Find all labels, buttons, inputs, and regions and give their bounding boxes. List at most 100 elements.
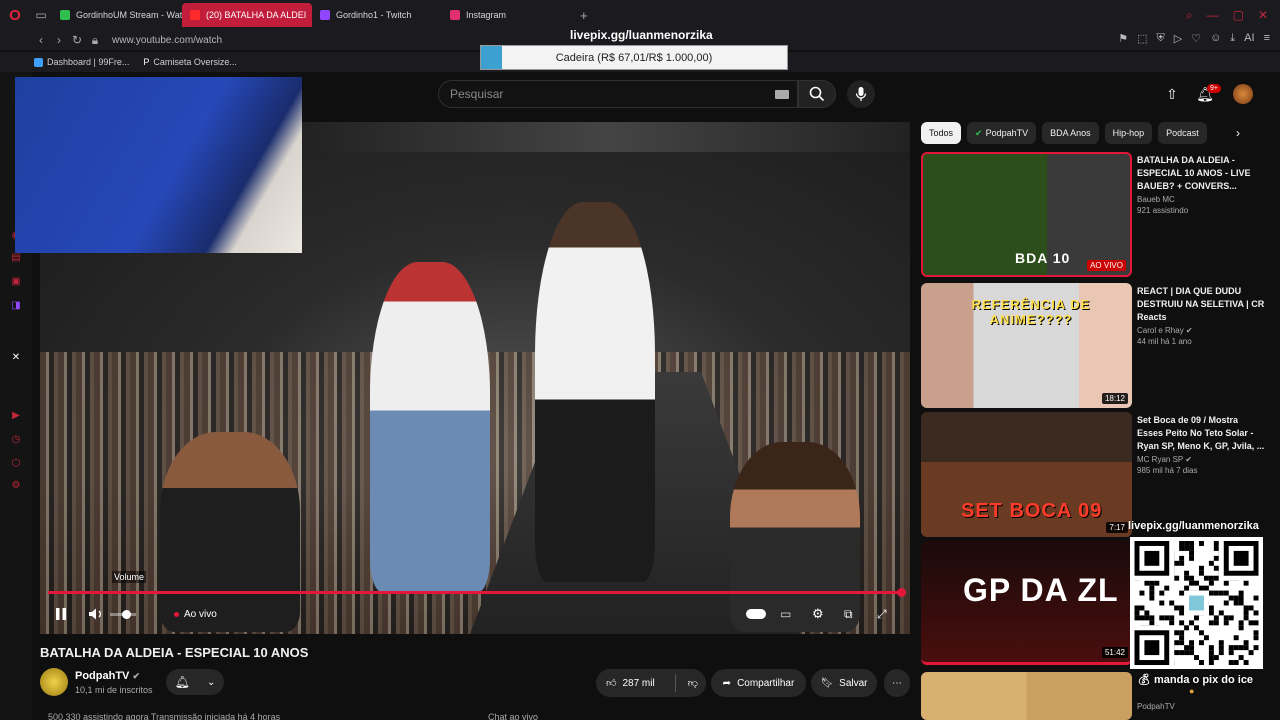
profile-icon[interactable]: ☺ <box>1210 32 1221 45</box>
tab-label: Gordinho1 - Twitch <box>336 10 412 20</box>
tab-favicon-icon <box>60 10 70 20</box>
recommendation-channel[interactable]: Baueb MC <box>1137 195 1265 204</box>
bookmark-dashboard[interactable]: Dashboard | 99Fre... <box>34 57 129 67</box>
more-icon: ⋯ <box>892 677 902 689</box>
chip-bda-anos[interactable]: BDA Anos <box>1042 122 1099 144</box>
viewer-stats: 500.330 assistindo agora Transmissão ini… <box>48 712 281 720</box>
fullscreen-icon[interactable]: ⤢ <box>877 606 887 622</box>
pix-url-overlay: livepix.gg/luanmenorzika <box>570 28 713 42</box>
video-thumbnail[interactable]: REFERÊNCIA DE ANIME???? 18:12 <box>921 283 1132 408</box>
ai-button[interactable]: AI <box>1244 32 1254 45</box>
settings-gear-icon[interactable]: ⚙ <box>812 606 824 622</box>
chevron-right-icon[interactable]: › <box>1236 126 1240 140</box>
tab-grid-icon[interactable]: ▭ <box>30 8 52 22</box>
close-window-icon[interactable]: ✕ <box>1258 8 1268 23</box>
miniplayer-icon[interactable]: ⧉ <box>844 606 853 622</box>
thumbs-down-icon[interactable]: 👎︎ <box>688 677 698 689</box>
verified-icon: ✔ <box>1185 455 1193 464</box>
reload-icon[interactable]: ↻ <box>68 33 86 47</box>
search-tabs-icon[interactable]: ⌕ <box>1186 8 1193 23</box>
recommendation-title[interactable]: Set Boca de 09 / Mostra Esses Peito No T… <box>1137 414 1265 453</box>
more-actions-button[interactable]: ⋯ <box>884 669 910 697</box>
new-tab-button[interactable]: + <box>580 8 588 23</box>
channel-avatar[interactable] <box>40 668 68 696</box>
bookmark-favicon-icon <box>34 57 43 67</box>
pin-icon[interactable]: ⚑ <box>1118 32 1128 45</box>
twitch-favicon-icon <box>320 10 330 20</box>
thumbnail-text: REFERÊNCIA DE ANIME???? <box>971 297 1091 327</box>
streamer-webcam <box>15 77 302 253</box>
recommendation-item[interactable]: BDA 10 AO VIVO BATALHA DA ALDEIA - ESPEC… <box>921 152 1271 277</box>
search-button[interactable] <box>798 80 836 108</box>
video-thumbnail[interactable]: BDA 10 AO VIVO <box>921 152 1132 277</box>
recommendation-title[interactable]: REACT | DIA QUE DUDU DESTRUIU NA SELETIV… <box>1137 285 1265 324</box>
upload-icon[interactable]: ⇧ <box>1162 84 1182 104</box>
tab-gordinho1-twitch[interactable]: Gordinho1 - Twitch <box>312 3 442 27</box>
sidebar-app-icon[interactable]: ▣ <box>10 276 22 288</box>
thumbs-up-icon: 👍︎ <box>606 678 617 689</box>
history-icon[interactable]: ◷ <box>10 434 22 446</box>
user-avatar[interactable] <box>1233 84 1253 104</box>
recommendation-channel[interactable]: MC Ryan SP ✔ <box>1137 455 1265 464</box>
forward-icon[interactable]: › <box>50 33 68 47</box>
coin-icon: ● <box>1189 686 1195 696</box>
channel-name[interactable]: PodpahTV ✔ <box>75 670 140 682</box>
minimize-icon[interactable]: — <box>1207 8 1219 23</box>
video-thumbnail[interactable]: GP DA ZL 51:42 <box>921 540 1132 665</box>
play-icon[interactable]: ▷ <box>1174 32 1182 45</box>
recommendation-title[interactable]: BATALHA DA ALDEIA - ESPECIAL 10 ANOS - L… <box>1137 154 1265 193</box>
share-label: Compartilhar <box>737 677 795 689</box>
save-button[interactable]: 🔖︎ Salvar <box>811 669 877 697</box>
heart-icon[interactable]: ♡ <box>1191 32 1201 45</box>
chip-hiphop[interactable]: Hip-hop <box>1104 122 1153 144</box>
search-input[interactable] <box>439 81 797 107</box>
settings-icon[interactable]: ⚙ <box>10 480 22 492</box>
pause-button[interactable] <box>55 606 67 622</box>
recommendation-item[interactable]: REFERÊNCIA DE ANIME???? 18:12 REACT | DI… <box>921 283 1271 408</box>
voice-search-button[interactable] <box>847 80 875 108</box>
snapshot-icon[interactable]: ⬚ <box>1137 32 1147 45</box>
tab-batalha-da-aldeia[interactable]: (20) BATALHA DA ALDEI <box>182 3 312 27</box>
twitch-icon[interactable]: ◨ <box>10 300 22 312</box>
performer-figure <box>370 262 490 592</box>
url-field[interactable]: www.youtube.com/watch <box>112 35 222 46</box>
chip-todos[interactable]: Todos <box>921 122 962 144</box>
live-indicator[interactable]: Ao vivo <box>174 606 217 622</box>
menu-icon[interactable]: ≡ <box>1264 32 1270 45</box>
x-icon[interactable]: ✕ <box>10 352 22 364</box>
host-figure <box>730 442 860 632</box>
video-thumbnail[interactable] <box>921 672 1132 720</box>
bookmark-camiseta[interactable]: P Camiseta Oversize... <box>143 57 237 67</box>
like-button[interactable]: 👍︎ 287 mil <box>606 677 655 690</box>
progress-bar[interactable] <box>48 591 902 594</box>
share-button[interactable]: ➦ Compartilhar <box>711 669 806 697</box>
chip-podcast[interactable]: Podcast <box>1158 122 1207 144</box>
subtitles-icon[interactable]: ▭ <box>780 606 791 622</box>
verified-icon: ✔ <box>132 671 140 681</box>
back-icon[interactable]: ‹ <box>32 33 50 47</box>
bell-icon: 🔔︎ <box>174 675 190 689</box>
recommendation-channel[interactable]: Carol e Rhay ✔ <box>1137 326 1265 335</box>
keyboard-icon[interactable] <box>775 90 789 99</box>
download-icon[interactable]: ⤓ <box>1230 32 1235 45</box>
progress-scrubber[interactable] <box>897 588 906 597</box>
video-thumbnail[interactable]: SET BOCA 09 7:17 <box>921 412 1132 537</box>
extensions-icon[interactable]: ⬡ <box>10 458 22 470</box>
autoplay-toggle[interactable] <box>746 609 766 619</box>
notification-count-badge: 9+ <box>1207 84 1221 93</box>
sidebar-player-icon[interactable]: ▶ <box>10 410 22 422</box>
sidebar-message-icon[interactable]: ▤ <box>10 252 22 264</box>
recommendation-channel[interactable]: PodpahTV <box>1137 702 1175 711</box>
recommendation-item[interactable]: SET BOCA 09 7:17 Set Boca de 09 / Mostra… <box>921 412 1271 537</box>
volume-knob[interactable] <box>122 610 131 619</box>
tab-instagram[interactable]: Instagram <box>442 3 572 27</box>
maximize-icon[interactable]: ▢ <box>1233 8 1244 23</box>
mute-button[interactable] <box>88 606 104 622</box>
shield-icon[interactable]: ⛨ <box>1156 32 1164 45</box>
opera-logo-icon[interactable]: O <box>0 0 30 30</box>
chip-podpahtv[interactable]: ✔ PodpahTV <box>967 122 1037 144</box>
subscriber-count: 10,1 mi de inscritos <box>75 685 153 695</box>
subscribe-bell-button[interactable]: 🔔︎ ⌄ <box>166 669 224 695</box>
tab-gordinhoum-stream[interactable]: GordinhoUM Stream - Wat <box>52 3 182 27</box>
stage-lights <box>305 122 910 152</box>
